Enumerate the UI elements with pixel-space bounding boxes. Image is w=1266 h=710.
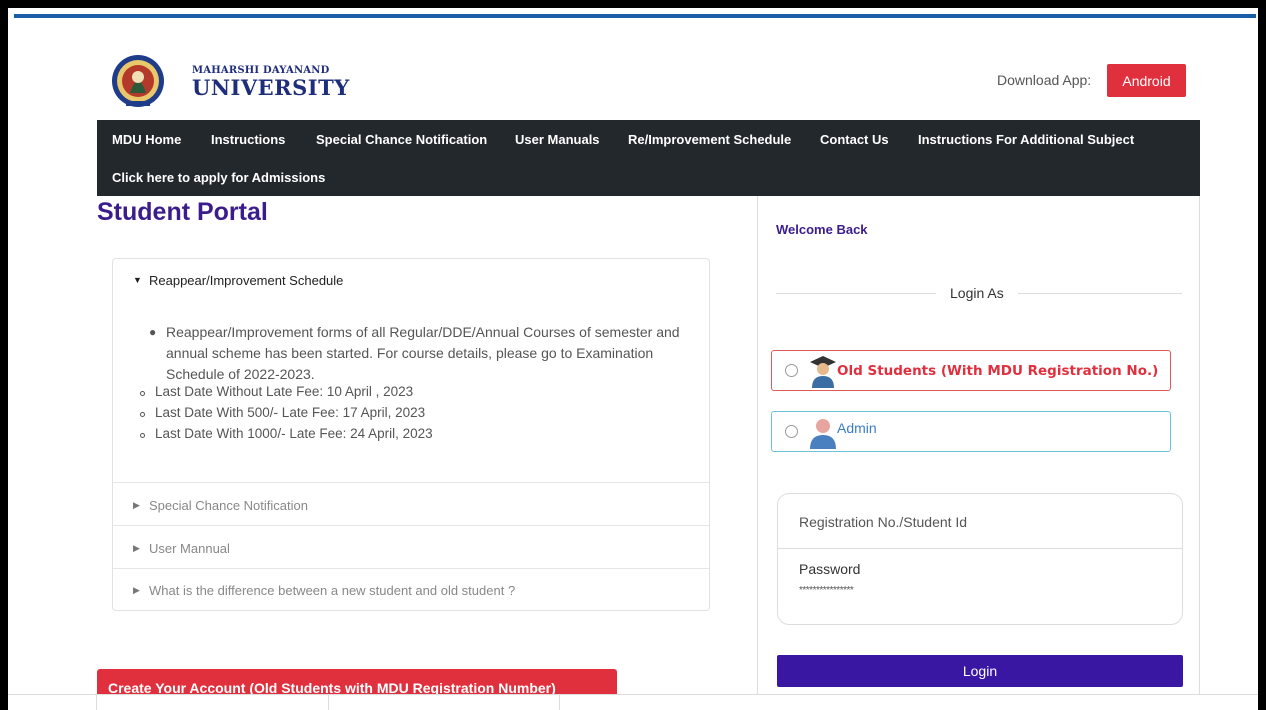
divider: [113, 568, 709, 569]
accordion-title: Reappear/Improvement Schedule: [149, 273, 344, 288]
date-item: Last Date With 500/- Late Fee: 17 April,…: [140, 405, 425, 420]
bullet-icon: ●: [149, 325, 157, 339]
date-item: Last Date Without Late Fee: 10 April , 2…: [140, 384, 413, 399]
radio-button[interactable]: [785, 425, 798, 438]
download-app-label: Download App:: [997, 72, 1092, 88]
login-as-label: Login As: [936, 285, 1018, 301]
role-label: Admin: [837, 420, 877, 436]
nav-admissions[interactable]: Click here to apply for Admissions: [112, 170, 325, 185]
page: MAHARSHI DAYANAND UNIVERSITY Download Ap…: [8, 8, 1258, 710]
nav-contact-us[interactable]: Contact Us: [820, 132, 889, 147]
nav-instructions[interactable]: Instructions: [211, 132, 285, 147]
page-title: Student Portal: [97, 198, 268, 226]
main-nav: MDU Home Instructions Special Chance Not…: [97, 120, 1200, 196]
android-download-button[interactable]: Android: [1107, 64, 1186, 97]
password-input[interactable]: ****************: [799, 585, 854, 596]
registration-input[interactable]: Registration No./Student Id: [778, 494, 1182, 549]
role-label: Old Students (With MDU Registration No.): [837, 363, 1159, 379]
caret-down-icon: ▼: [133, 275, 142, 285]
caret-right-icon: ▶: [133, 543, 140, 553]
nav-improvement-schedule[interactable]: Re/Improvement Schedule: [628, 132, 791, 147]
top-accent-line: [14, 14, 1256, 18]
accordion-header-reappear[interactable]: ▼ Reappear/Improvement Schedule: [113, 273, 709, 288]
caret-right-icon: ▶: [133, 585, 140, 595]
role-option-admin[interactable]: Admin: [771, 411, 1171, 452]
brand-line2: UNIVERSITY: [192, 75, 350, 100]
nav-user-manuals[interactable]: User Manuals: [515, 132, 600, 147]
divider: [113, 482, 709, 483]
accordion-header-special-chance[interactable]: ▶ Special Chance Notification: [113, 498, 709, 513]
radio-button[interactable]: [785, 364, 798, 377]
date-item: Last Date With 1000/- Late Fee: 24 April…: [140, 426, 433, 441]
brand-name: MAHARSHI DAYANAND UNIVERSITY: [192, 66, 350, 100]
reappear-text: Reappear/Improvement forms of all Regula…: [166, 324, 680, 382]
graduate-icon: [810, 356, 836, 388]
accordion-header-user-manual[interactable]: ▶ User Mannual: [113, 541, 709, 556]
role-option-old-students[interactable]: Old Students (With MDU Registration No.): [771, 350, 1171, 391]
bottom-strip: [8, 694, 1258, 710]
password-label: Password: [799, 561, 861, 577]
info-accordion: ▼ Reappear/Improvement Schedule ● Reappe…: [112, 258, 710, 611]
divider: [113, 525, 709, 526]
login-form: Registration No./Student Id Password ***…: [777, 493, 1183, 625]
login-panel: Welcome Back Login As Old Students (With…: [757, 196, 1200, 694]
nav-additional-subject[interactable]: Instructions For Additional Subject: [918, 132, 1134, 147]
nav-special-chance[interactable]: Special Chance Notification: [316, 132, 487, 147]
university-logo: [112, 55, 164, 107]
login-button[interactable]: Login: [777, 655, 1183, 687]
accordion-header-new-vs-old[interactable]: ▶ What is the difference between a new s…: [113, 583, 709, 598]
admin-icon: [810, 419, 836, 449]
nav-mdu-home[interactable]: MDU Home: [112, 132, 181, 147]
welcome-text: Welcome Back: [776, 222, 868, 237]
caret-right-icon: ▶: [133, 500, 140, 510]
